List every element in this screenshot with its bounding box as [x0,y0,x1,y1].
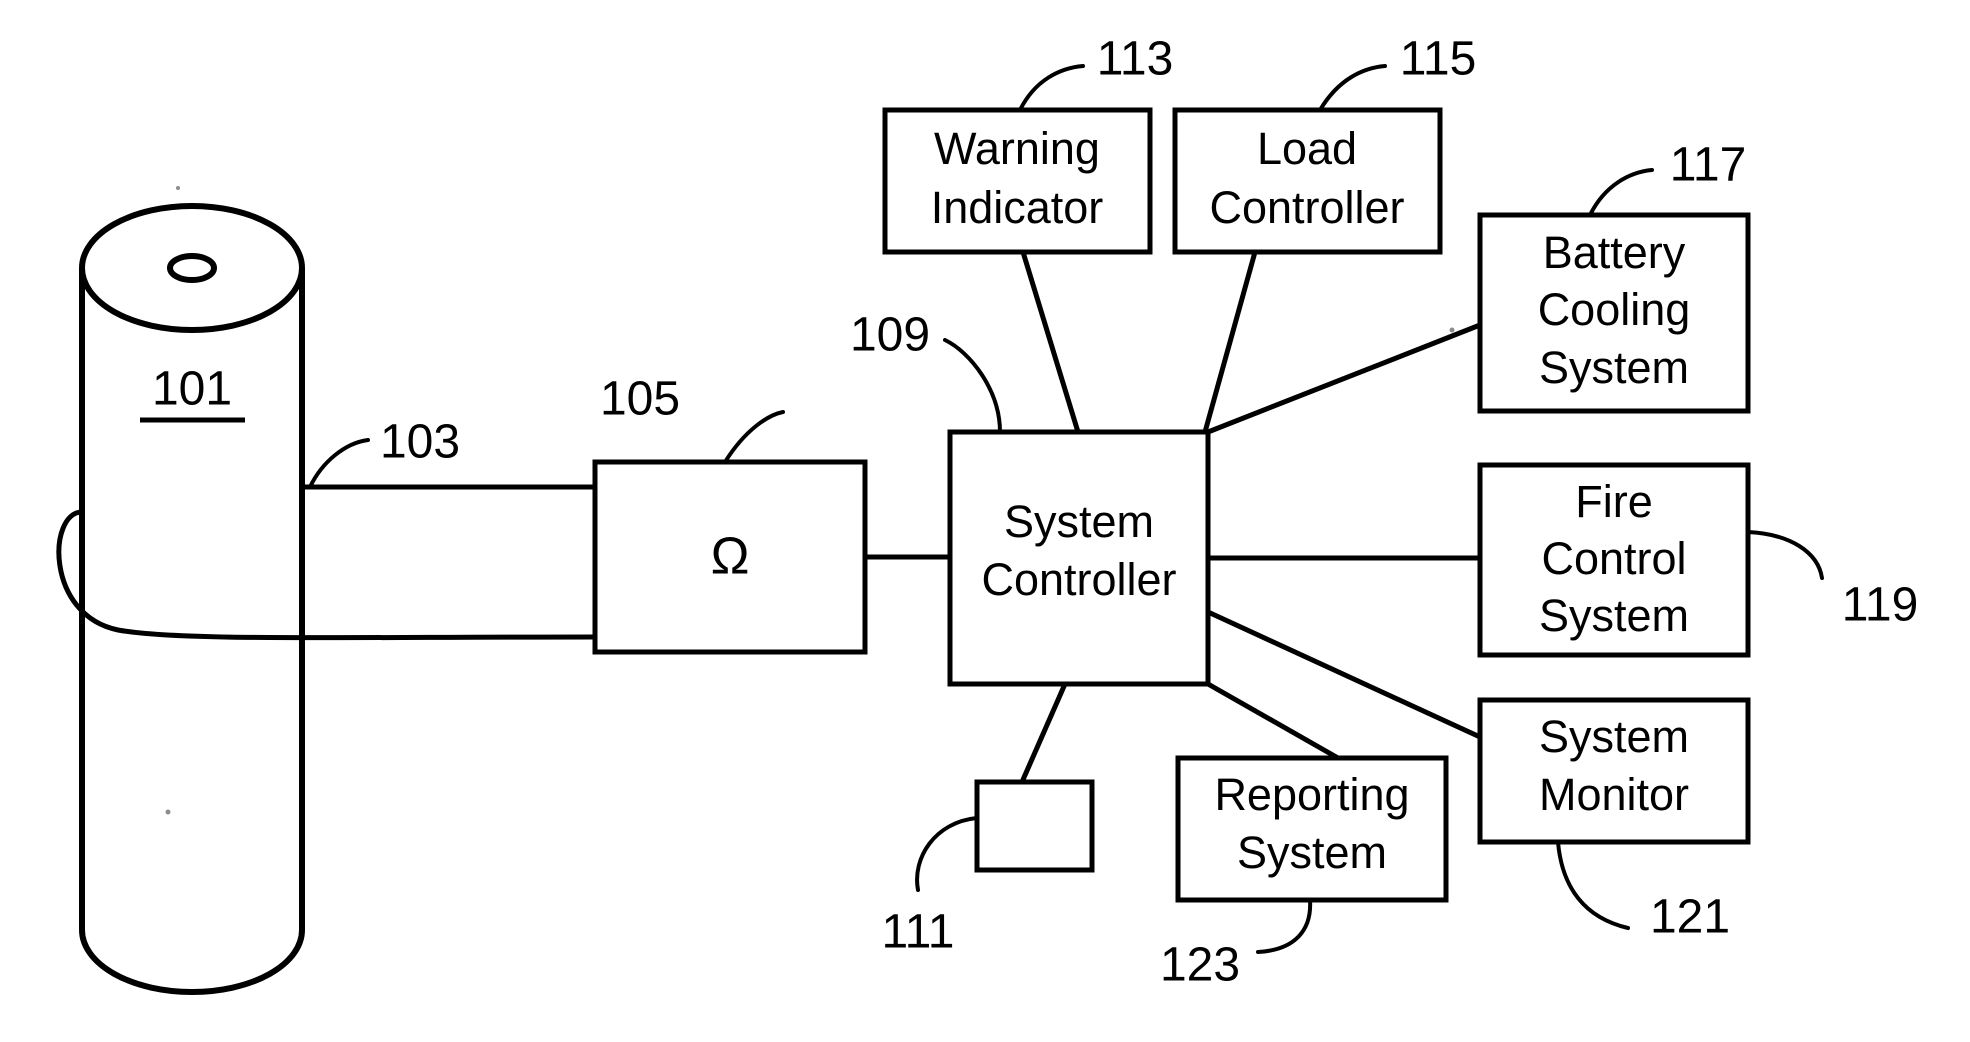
ref-111-label: 111 [882,906,955,959]
warning-indicator-label-line2: Indicator [931,182,1104,233]
omega-symbol: Ω [711,528,750,586]
load-controller-label-line1: Load [1257,123,1357,174]
ref-117-leader [1588,168,1654,217]
battery-cooling-label-line2: Cooling [1538,284,1691,335]
reporting-system-label-line1: Reporting [1214,769,1409,820]
link-load-to-controller [1202,251,1258,433]
ref-111-leader [915,816,979,892]
ref-105-leader [723,410,785,464]
ref-109-leader [943,338,1002,434]
patent-figure: 101 103 Ω 105 System Controller 109 Warn… [56,33,1919,995]
link-controller-to-reporting [1206,681,1340,761]
ref-117-label: 117 [1670,139,1747,192]
ref-119-leader [1746,530,1824,580]
ref-121-label: 121 [1650,891,1730,944]
ref-115-leader [1318,64,1387,112]
ref-113-label: 113 [1097,33,1174,86]
ref-105-label: 105 [600,373,680,426]
figure-canvas: 101 103 Ω 105 System Controller 109 Warn… [0,0,1970,1042]
ref-123-label: 123 [1160,939,1240,992]
reporting-system-label-line2: System [1237,827,1387,878]
link-controller-to-monitor [1206,609,1482,740]
battery-cooling-label-line3: System [1539,342,1689,393]
system-controller-label-line2: Controller [981,554,1176,605]
cylinder-terminal [167,253,217,283]
scan-speckle [1449,327,1455,333]
ref-123-leader [1256,898,1313,954]
system-controller-label-line1: System [1004,496,1154,547]
battery-cylinder [79,203,305,995]
link-warning-to-controller [1020,251,1081,433]
scan-speckle [165,809,171,815]
warning-indicator-label-line1: Warning [934,123,1100,174]
battery-cooling-label-line1: Battery [1543,227,1686,278]
fire-control-label-line1: Fire [1575,476,1653,527]
sensor-lead-lower [56,509,596,641]
system-monitor-label-line2: Monitor [1539,769,1689,820]
ref-113-leader [1018,64,1085,112]
ref-121-leader [1556,840,1630,930]
link-controller-to-small-unit [1019,682,1068,784]
load-controller-label-line2: Controller [1209,182,1404,233]
fire-control-label-line2: Control [1541,533,1686,584]
ref-101-label: 101 [152,363,232,416]
ref-103-label: 103 [380,416,460,469]
small-unit-box[interactable] [974,779,1095,873]
ref-119-label: 119 [1842,579,1919,632]
ref-109-label: 109 [850,309,930,362]
fire-control-label-line3: System [1539,590,1689,641]
sensor-leads-group [56,484,596,641]
link-controller-to-cooling [1207,322,1481,435]
system-monitor-label-line1: System [1539,711,1689,762]
ref-115-label: 115 [1400,33,1477,86]
ref-103-leader [308,438,370,489]
scan-speckle [176,186,180,190]
